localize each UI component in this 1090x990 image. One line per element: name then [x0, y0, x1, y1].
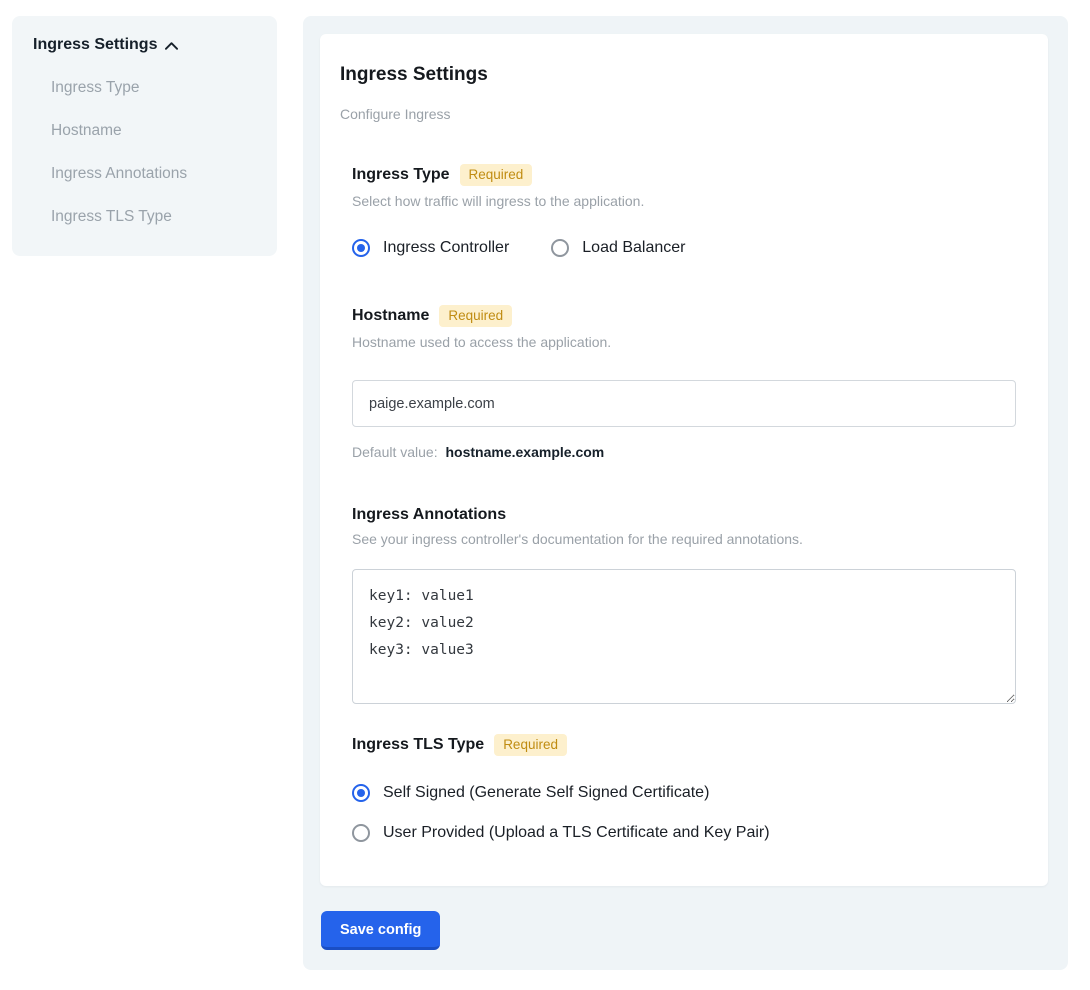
save-config-button[interactable]: Save config [321, 911, 440, 950]
sidebar-item-ingress-type[interactable]: Ingress Type [51, 79, 261, 97]
ingress-annotations-label-row: Ingress Annotations [352, 506, 1016, 524]
radio-option-load-balancer[interactable]: Load Balancer [551, 239, 685, 257]
radio-label: Self Signed (Generate Self Signed Certif… [383, 784, 709, 802]
ingress-annotations-textarea[interactable]: key1: value1 key2: value2 key3: value3 [352, 569, 1016, 704]
required-badge: Required [460, 164, 533, 186]
ingress-type-options: Ingress Controller Load Balancer [352, 239, 1016, 257]
sidebar-nav: Ingress Type Hostname Ingress Annotation… [33, 79, 261, 226]
radio-selected-icon [352, 239, 370, 257]
ingress-type-group: Ingress Type Required Select how traffic… [352, 164, 1016, 257]
ingress-settings-card: Ingress Settings Configure Ingress Ingre… [320, 34, 1048, 886]
radio-label: User Provided (Upload a TLS Certificate … [383, 824, 770, 842]
ingress-tls-type-label: Ingress TLS Type [352, 736, 484, 754]
main-panel: Ingress Settings Configure Ingress Ingre… [303, 16, 1068, 970]
ingress-type-description: Select how traffic will ingress to the a… [352, 193, 1016, 209]
hostname-default-prefix: Default value: [352, 444, 438, 460]
hostname-label: Hostname [352, 307, 429, 325]
sidebar-item-ingress-tls-type[interactable]: Ingress TLS Type [51, 208, 261, 226]
ingress-tls-type-options: Self Signed (Generate Self Signed Certif… [352, 784, 1016, 842]
radio-selected-icon [352, 784, 370, 802]
ingress-tls-type-group: Ingress TLS Type Required Self Signed (G… [352, 734, 1016, 842]
radio-option-ingress-controller[interactable]: Ingress Controller [352, 239, 509, 257]
card-sections: Ingress Type Required Select how traffic… [340, 164, 1016, 842]
radio-unselected-icon [352, 824, 370, 842]
ingress-annotations-description: See your ingress controller's documentat… [352, 531, 1016, 547]
chevron-up-icon [165, 42, 178, 50]
sidebar-header-label: Ingress Settings [33, 36, 157, 54]
radio-label: Ingress Controller [383, 239, 509, 257]
ingress-annotations-group: Ingress Annotations See your ingress con… [352, 506, 1016, 704]
hostname-input[interactable] [352, 380, 1016, 427]
sidebar-item-ingress-annotations[interactable]: Ingress Annotations [51, 165, 261, 183]
required-badge: Required [439, 305, 512, 327]
radio-option-user-provided[interactable]: User Provided (Upload a TLS Certificate … [352, 824, 1016, 842]
radio-unselected-icon [551, 239, 569, 257]
radio-option-self-signed[interactable]: Self Signed (Generate Self Signed Certif… [352, 784, 1016, 802]
hostname-label-row: Hostname Required [352, 305, 1016, 327]
sidebar-item-hostname[interactable]: Hostname [51, 122, 261, 140]
ingress-annotations-label: Ingress Annotations [352, 506, 506, 524]
sidebar: Ingress Settings Ingress Type Hostname I… [12, 16, 277, 256]
ingress-type-label: Ingress Type [352, 166, 450, 184]
hostname-group: Hostname Required Hostname used to acces… [352, 305, 1016, 460]
hostname-default-value: hostname.example.com [446, 444, 605, 460]
required-badge: Required [494, 734, 567, 756]
card-subtitle: Configure Ingress [340, 106, 1016, 122]
page: Ingress Settings Ingress Type Hostname I… [0, 0, 1090, 990]
radio-label: Load Balancer [582, 239, 685, 257]
ingress-type-label-row: Ingress Type Required [352, 164, 1016, 186]
hostname-description: Hostname used to access the application. [352, 334, 1016, 350]
ingress-tls-type-label-row: Ingress TLS Type Required [352, 734, 1016, 756]
card-title: Ingress Settings [340, 64, 1016, 86]
hostname-default-line: Default value: hostname.example.com [352, 444, 1016, 460]
sidebar-header-ingress-settings[interactable]: Ingress Settings [33, 36, 261, 54]
